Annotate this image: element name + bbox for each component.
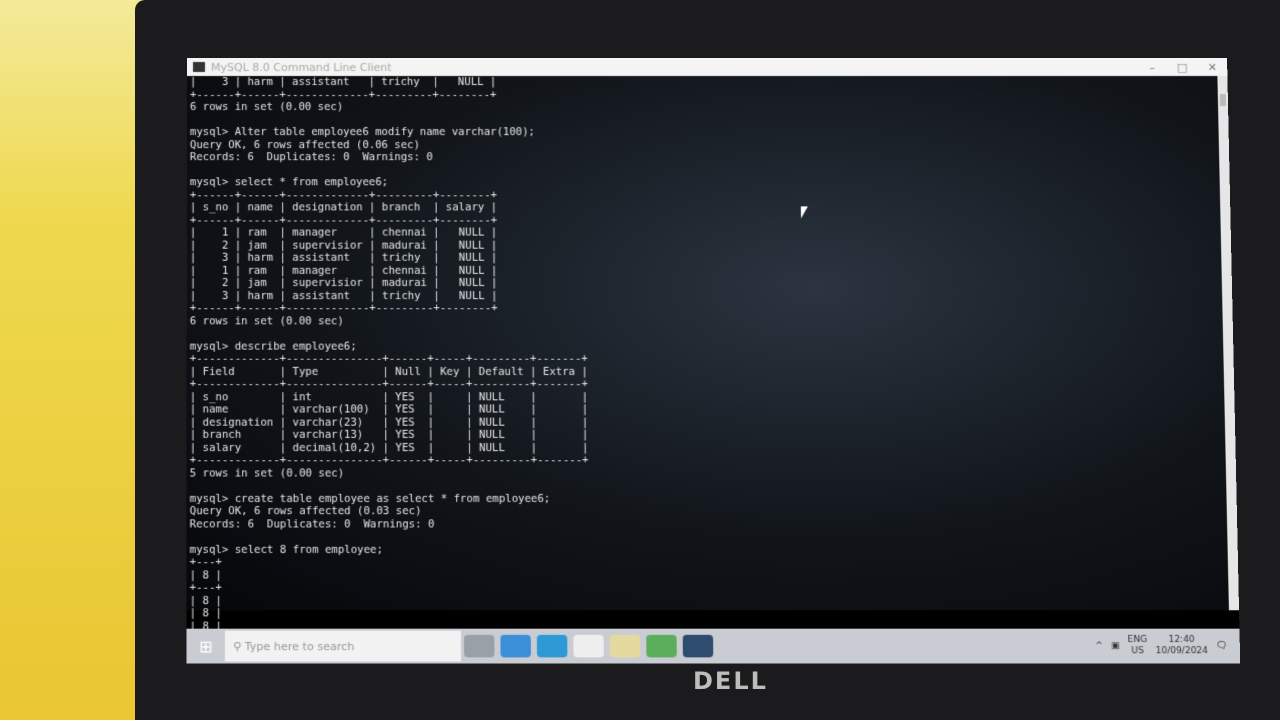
console-line (190, 531, 1238, 544)
console-line: | salary | decimal(10,2) | YES | | NULL … (190, 441, 1236, 454)
task-view-icon[interactable] (464, 635, 495, 658)
console-line: +---+ (190, 582, 1239, 595)
console-line: mysql> select 8 from employee; (190, 543, 1238, 556)
window-title: MySQL 8.0 Command Line Client (211, 60, 1137, 73)
clock-date: 10/09/2024 (1155, 646, 1208, 657)
console-line: | 2 | jam | supervisior | madurai | NULL… (190, 277, 1232, 290)
network-icon[interactable]: ▣ (1111, 641, 1120, 651)
console-line: Records: 6 Duplicates: 0 Warnings: 0 (190, 518, 1238, 531)
console-line (190, 480, 1237, 493)
console-line: | 8 | (190, 594, 1239, 607)
console-line: +-------------+---------------+------+--… (190, 378, 1235, 391)
clock-time: 12:40 (1168, 635, 1194, 646)
language-indicator[interactable]: ENG US (1127, 635, 1147, 658)
scrollbar-thumb[interactable] (1220, 94, 1226, 106)
chevron-up-icon[interactable]: ^ (1095, 641, 1103, 651)
close-button[interactable]: ✕ (1197, 60, 1227, 73)
console-line: | 3 | harm | assistant | trichy | NULL | (190, 290, 1233, 303)
console-line: +-------------+---------------+------+--… (190, 454, 1236, 467)
mysql-taskbar-icon[interactable] (683, 635, 714, 658)
console-line: | s_no | int | YES | | NULL | | (190, 391, 1235, 404)
console-line: mysql> describe employee6; (190, 340, 1234, 353)
console-line: 5 rows in set (0.00 sec) (190, 467, 1237, 480)
console-line: Query OK, 6 rows affected (0.06 sec) (190, 139, 1229, 152)
console-line: | designation | varchar(23) | YES | | NU… (190, 416, 1235, 429)
dell-logo: DELL (693, 667, 768, 695)
console-line: 6 rows in set (0.00 sec) (190, 315, 1233, 328)
console-line (190, 114, 1229, 127)
console-line: +------+------+-------------+---------+-… (190, 189, 1230, 202)
console-line (190, 164, 1230, 177)
mysql-app-icon (193, 62, 205, 72)
console-line (190, 327, 1233, 340)
console-line: +------+------+-------------+---------+-… (190, 89, 1228, 102)
laptop-screen: MySQL 8.0 Command Line Client – □ ✕ | 3 … (186, 58, 1240, 664)
language-label: ENG (1127, 635, 1147, 646)
maximize-button[interactable]: □ (1167, 60, 1197, 73)
console-line: | 8 | (190, 569, 1239, 582)
taskbar: ⊞ ⚲ Type here to search ^ ▣ ENG US 12:40… (186, 629, 1240, 664)
search-placeholder: Type here to search (245, 639, 355, 652)
console-line: mysql> Alter table employee6 modify name… (190, 126, 1229, 139)
system-tray: ^ ▣ ENG US 12:40 10/09/2024 🗨 (1095, 635, 1240, 658)
console-line: +------+------+-------------+---------+-… (190, 214, 1231, 227)
console-line: | s_no | name | designation | branch | s… (190, 201, 1231, 214)
windows-start-icon[interactable]: ⊞ (186, 636, 224, 655)
minimize-button[interactable]: – (1137, 60, 1167, 73)
clock[interactable]: 12:40 10/09/2024 (1155, 635, 1208, 658)
console-line: | name | varchar(100) | YES | | NULL | | (190, 403, 1235, 416)
file-explorer-icon[interactable] (573, 635, 604, 658)
taskbar-search-box[interactable]: ⚲ Type here to search (225, 631, 461, 662)
window-titlebar[interactable]: MySQL 8.0 Command Line Client – □ ✕ (187, 58, 1227, 76)
console-line: | 3 | harm | assistant | trichy | NULL | (190, 76, 1228, 89)
console-line: +------+------+-------------+---------+-… (190, 302, 1233, 315)
console-line: | 2 | jam | supervisior | madurai | NULL… (190, 239, 1231, 252)
console-line: | 1 | ram | manager | chennai | NULL | (190, 227, 1231, 240)
region-label: US (1131, 646, 1144, 657)
console-line: | 8 | (190, 607, 1240, 620)
mouse-pointer-icon (801, 206, 808, 218)
console-line: Records: 6 Duplicates: 0 Warnings: 0 (190, 151, 1229, 164)
console-line: 6 rows in set (0.00 sec) (190, 101, 1228, 114)
console-lines: | 3 | harm | assistant | trichy | NULL |… (190, 76, 1240, 633)
console-line: | 3 | harm | assistant | trichy | NULL | (190, 252, 1232, 265)
notification-icon[interactable]: 🗨 (1216, 641, 1228, 651)
console-line: +-------------+---------------+------+--… (190, 353, 1234, 366)
console-line: | branch | varchar(13) | YES | | NULL | … (190, 429, 1236, 442)
console-line: Query OK, 6 rows affected (0.03 sec) (190, 505, 1237, 518)
background-wall (0, 0, 150, 720)
console-output[interactable]: | 3 | harm | assistant | trichy | NULL |… (187, 76, 1240, 610)
chrome-icon[interactable] (646, 635, 677, 658)
console-line: mysql> create table employee as select *… (190, 492, 1237, 505)
console-line: +---+ (190, 556, 1239, 569)
console-line: | 1 | ram | manager | chennai | NULL | (190, 264, 1232, 277)
search-icon: ⚲ (233, 639, 245, 652)
copilot-icon[interactable] (500, 635, 531, 658)
edge-browser-icon[interactable] (537, 635, 568, 658)
console-line: | Field | Type | Null | Key | Default | … (190, 365, 1234, 378)
console-line: mysql> select * from employee6; (190, 176, 1230, 189)
store-icon[interactable] (610, 635, 641, 658)
